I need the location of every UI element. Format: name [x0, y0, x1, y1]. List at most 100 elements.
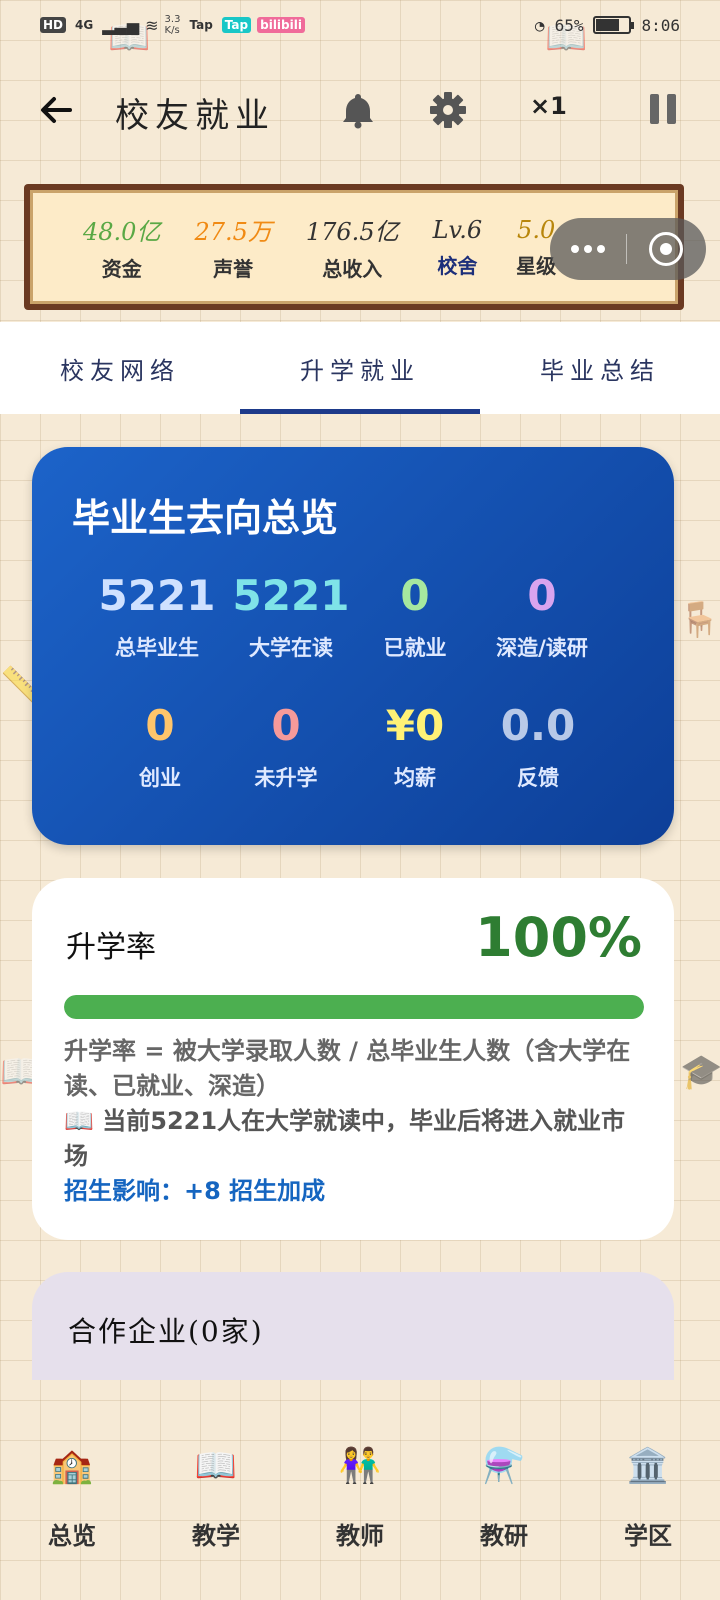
hd-badge: HD	[40, 17, 67, 33]
campus-level-label: 校舍	[437, 253, 478, 278]
total-income-value: 176.5亿	[305, 218, 399, 246]
enrollment-rate-card: 升学率 100% 升学率 = 被大学录取人数 / 总毕业生人数（含大学在读、已就…	[32, 878, 674, 1240]
rate-note-text: 当前5221人在大学就读中，毕业后将进入就业市场	[64, 1107, 626, 1170]
rate-description: 升学率 = 被大学录取人数 / 总毕业生人数（含大学在读、已就业、深造） 📖 当…	[64, 1034, 644, 1209]
back-button[interactable]	[36, 90, 76, 130]
game-speed-button[interactable]: ×1	[530, 92, 567, 120]
campus-level-value: Lv.6	[432, 215, 483, 244]
campus-level-stat: Lv.6 校舍	[433, 216, 483, 279]
school-hall-icon: 🏛️	[626, 1446, 670, 1486]
stat-label: 未升学	[254, 766, 318, 790]
wifi-icon: ≋	[145, 15, 159, 35]
stat-label: 总毕业生	[115, 636, 199, 660]
nav-teachers[interactable]: 👫 教师	[288, 1430, 432, 1600]
bell-icon	[343, 94, 373, 129]
stat-graduate-study: 0 深造/读研	[472, 571, 612, 662]
stat-feedback: 0.0 反馈	[473, 701, 603, 792]
taptap-app-icon: Tap	[221, 17, 252, 33]
funds-label: 资金	[101, 257, 142, 281]
stat-label: 创业	[139, 766, 181, 790]
network-speed: 3.3 K/s	[164, 14, 181, 36]
stat-entrepreneurship: 0 创业	[95, 701, 225, 792]
nav-label: 教师	[336, 1522, 384, 1550]
more-options-button[interactable]	[550, 218, 626, 280]
nav-label: 总览	[48, 1522, 96, 1550]
pause-button[interactable]	[650, 94, 680, 126]
alarm-icon: ◔	[534, 15, 545, 35]
stat-label: 深造/读研	[496, 636, 588, 660]
nav-label: 学区	[624, 1522, 672, 1550]
network-type-label: 4G	[75, 18, 94, 32]
reputation-label: 声誉	[213, 257, 254, 281]
miniprogram-capsule	[550, 218, 706, 280]
battery-icon	[593, 16, 635, 34]
clock: 8:06	[641, 15, 680, 35]
notification-button[interactable]	[338, 90, 378, 130]
stat-not-admitted: 0 未升学	[221, 701, 351, 792]
tab-bar: 校友网络 升学就业 毕业总结	[0, 322, 720, 414]
total-income-label: 总收入	[322, 257, 383, 281]
more-dots-icon	[571, 245, 579, 253]
total-income-stat: 176.5亿 总收入	[306, 212, 399, 282]
people-icon: 👫	[338, 1446, 382, 1486]
rate-formula: 升学率 = 被大学录取人数 / 总毕业生人数（含大学在读、已就业、深造）	[64, 1037, 631, 1100]
stat-value: 5221	[232, 571, 350, 620]
back-arrow-icon	[41, 97, 72, 123]
nav-overview[interactable]: 🏫 总览	[0, 1430, 144, 1600]
nav-district[interactable]: 🏛️ 学区	[576, 1430, 720, 1600]
grad-cap-doodle-icon: 🎓	[680, 1052, 720, 1092]
rate-value: 100%	[475, 906, 642, 969]
funds-value: 48.0亿	[83, 218, 161, 246]
rate-progress-bar	[64, 995, 644, 1019]
close-miniprogram-button[interactable]	[627, 218, 705, 280]
stat-value: 0.0	[500, 701, 576, 750]
tab-further-study-employment[interactable]: 升学就业	[240, 322, 480, 414]
stat-value: 0	[145, 701, 175, 750]
school-building-icon: 🏫	[50, 1446, 94, 1486]
status-bar: HD 4G ▂▃▅ ≋ 3.3 K/s Tap Tap bilibili ◔ 65…	[0, 0, 720, 50]
page-title: 校友就业	[115, 96, 275, 136]
stat-label: 反馈	[517, 766, 559, 790]
stat-value: ¥0	[385, 701, 445, 750]
rate-progress-fill	[64, 995, 644, 1019]
nav-teaching[interactable]: 📖 教学	[144, 1430, 288, 1600]
stat-label: 已就业	[383, 636, 447, 660]
partners-title: 合作企业(0家)	[68, 1315, 264, 1348]
flask-icon: ⚗️	[482, 1446, 526, 1486]
stat-label: 大学在读	[249, 636, 333, 660]
bottom-navigation: 🏫 总览 📖 教学 👫 教师 ⚗️ 教研 🏛️ 学区	[0, 1430, 720, 1600]
graduate-overview-card: 毕业生去向总览 5221 总毕业生 5221 大学在读 0 已就业 0 深造/读…	[32, 447, 674, 845]
open-book-icon: 📖	[194, 1446, 238, 1486]
desk-doodle-icon: 🪑	[678, 600, 720, 640]
settings-button[interactable]	[428, 90, 468, 130]
pause-icon	[650, 94, 659, 124]
stat-value: 0	[527, 571, 557, 620]
funds-stat: 48.0亿 资金	[83, 212, 160, 282]
reputation-value: 27.5万	[194, 218, 272, 246]
nav-label: 教学	[192, 1522, 240, 1550]
stat-value: 5221	[98, 571, 216, 620]
stat-total-graduates: 5221 总毕业生	[92, 571, 222, 662]
partner-companies-card[interactable]: 合作企业(0家)	[32, 1272, 674, 1380]
enrollment-bonus: 招生影响：+8 招生加成	[64, 1177, 326, 1205]
tab-graduation-summary[interactable]: 毕业总结	[480, 322, 720, 414]
nav-research[interactable]: ⚗️ 教研	[432, 1430, 576, 1600]
rate-title: 升学率	[66, 930, 156, 965]
signal-icon: ▂▃▅	[102, 15, 140, 35]
stat-value: 0	[400, 571, 430, 620]
app-header: 校友就业 ×1	[0, 70, 720, 150]
stat-value: 0	[271, 701, 301, 750]
stat-label: 均薪	[394, 766, 436, 790]
rate-note: 📖 当前5221人在大学就读中，毕业后将进入就业市场	[64, 1104, 644, 1174]
reputation-stat: 27.5万 声誉	[194, 212, 271, 282]
bilibili-app-icon: bilibili	[257, 17, 305, 33]
gear-icon	[430, 92, 466, 128]
stat-in-university: 5221 大学在读	[226, 571, 356, 662]
taptap-notification-icon: Tap	[189, 18, 213, 32]
nav-label: 教研	[480, 1522, 528, 1550]
battery-percent: 65%	[554, 15, 584, 35]
stat-employed: 0 已就业	[350, 571, 480, 662]
target-close-icon	[649, 232, 683, 266]
book-icon: 📖	[64, 1107, 94, 1135]
tab-alumni-network[interactable]: 校友网络	[0, 322, 240, 414]
